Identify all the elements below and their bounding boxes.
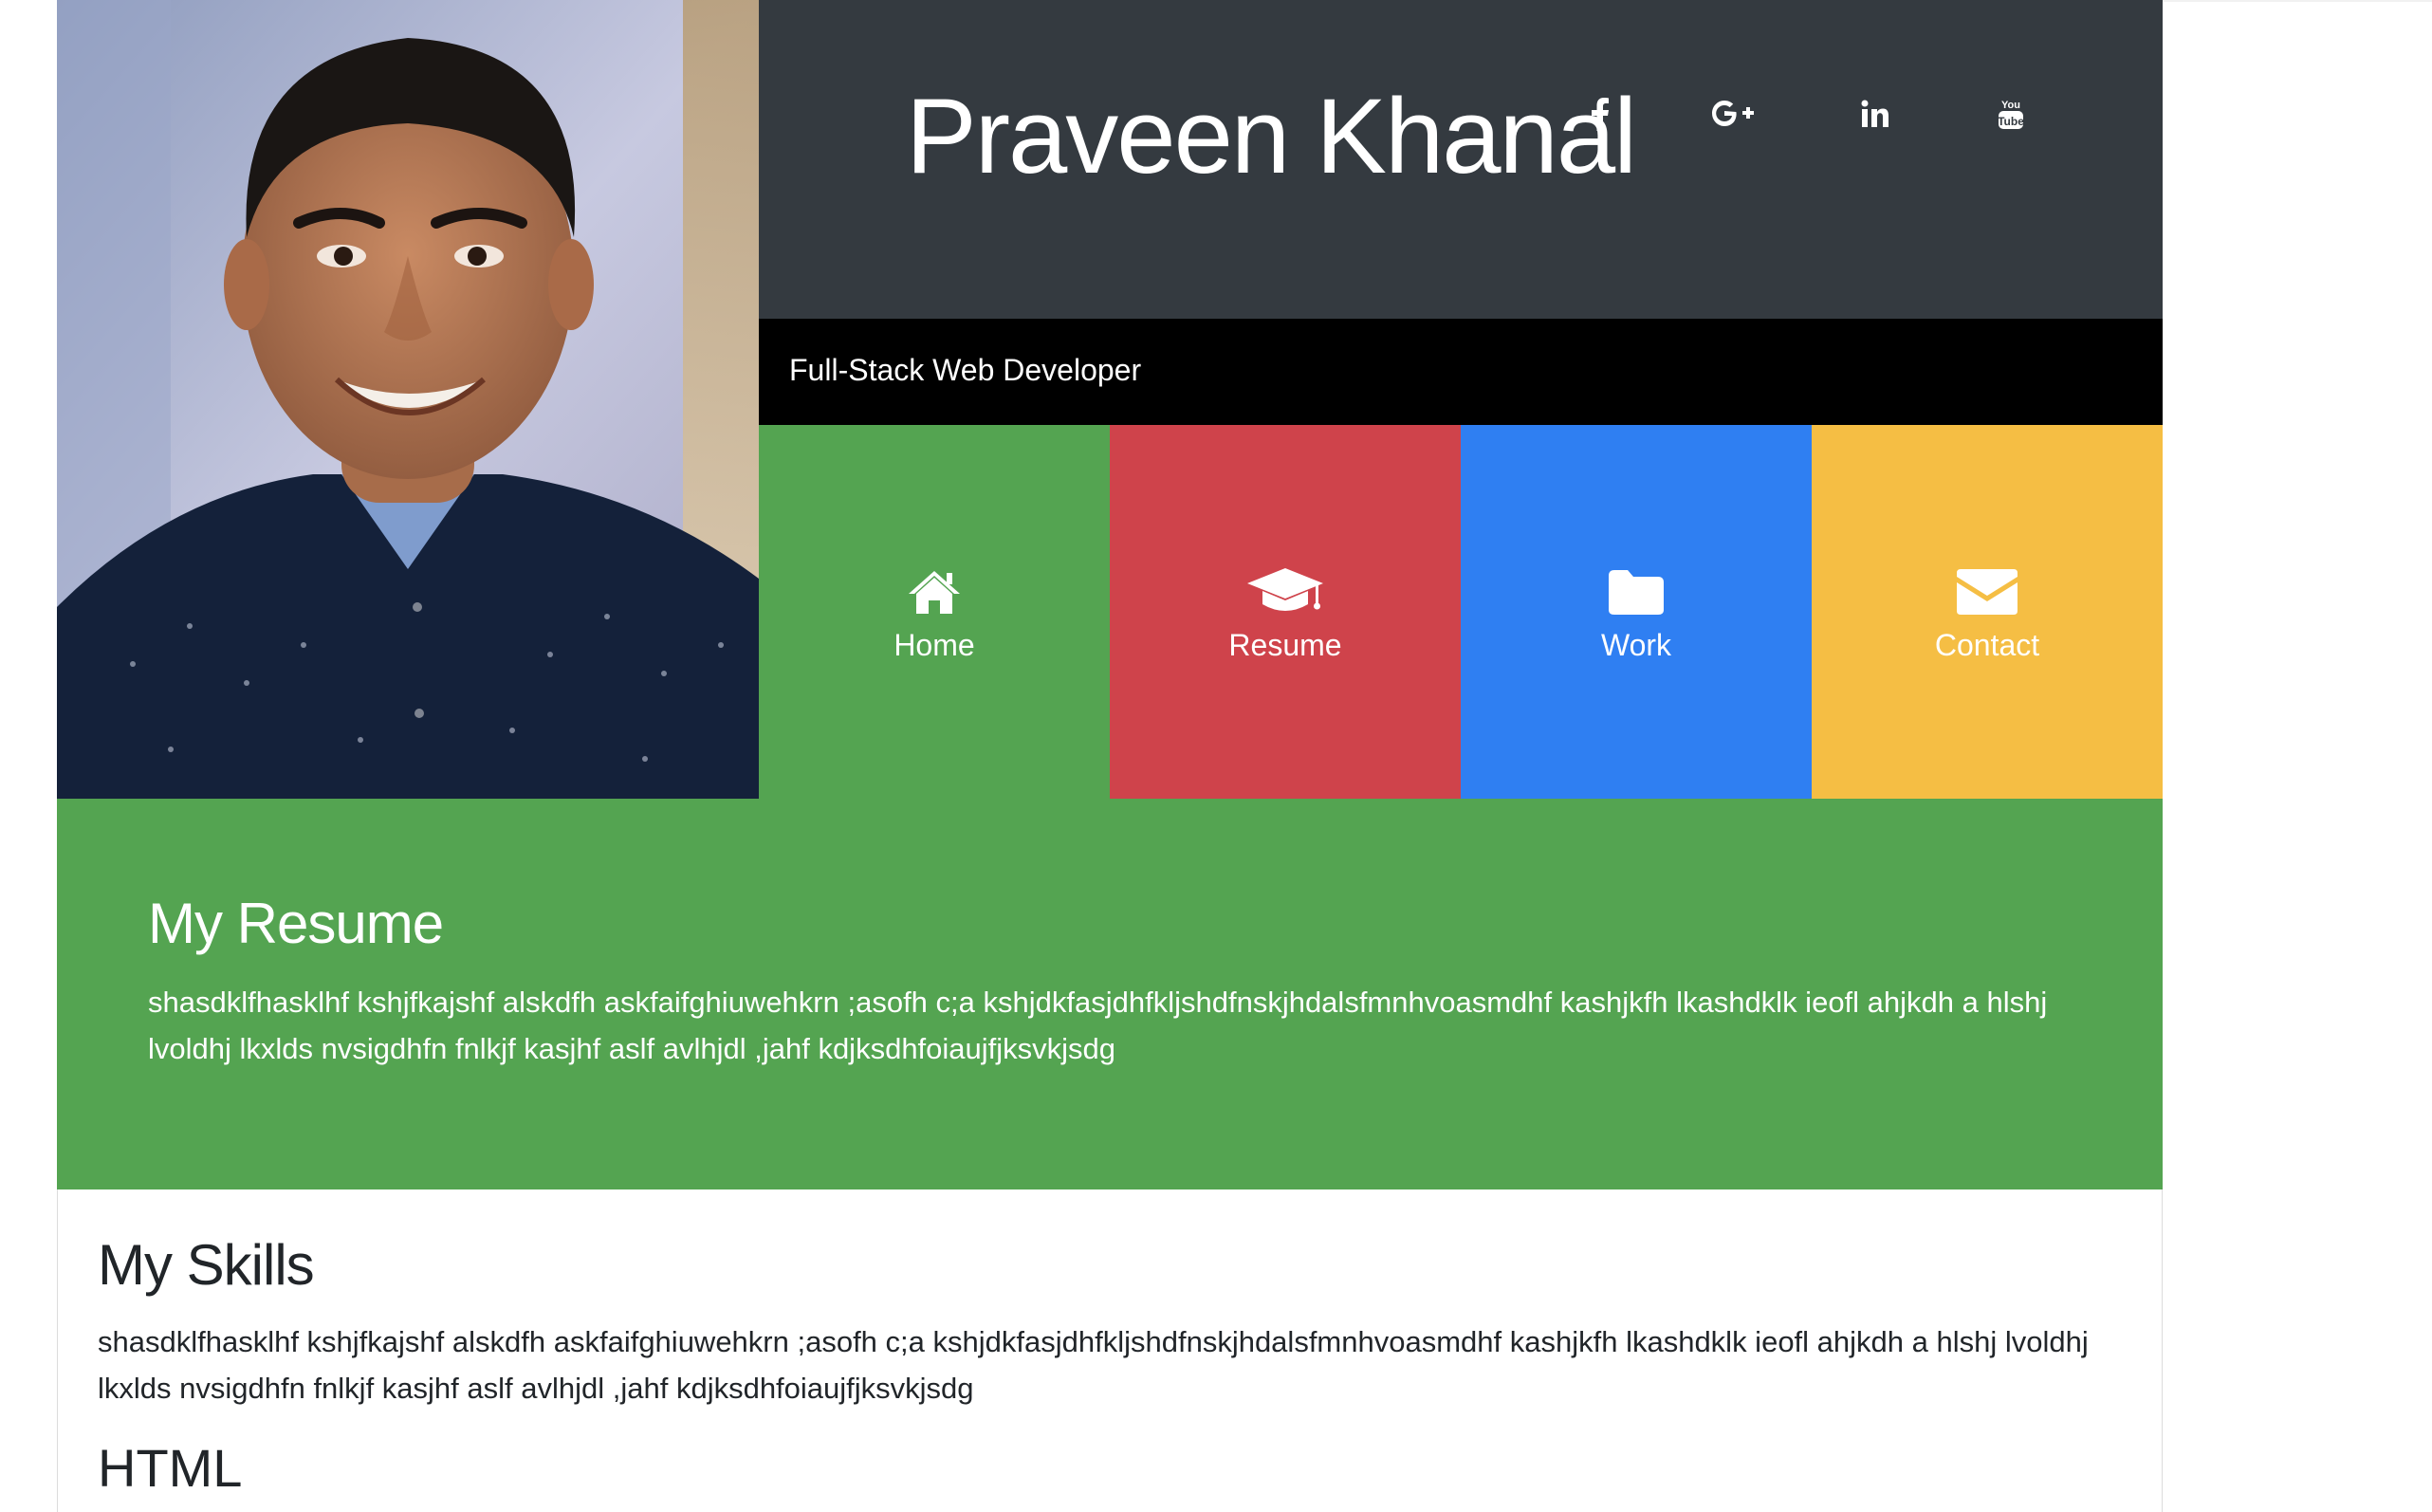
nav-resume-label: Resume xyxy=(1228,628,1342,662)
skill-heading-html: HTML xyxy=(98,1438,243,1498)
envelope-icon xyxy=(1956,563,2018,620)
youtube-link[interactable]: You Tube xyxy=(1984,87,2037,140)
folder-icon xyxy=(1607,563,1666,620)
home-icon xyxy=(907,563,962,620)
facebook-icon xyxy=(1592,98,1609,131)
nav-home[interactable]: Home xyxy=(759,425,1110,799)
subtitle-bar: Full-Stack Web Developer xyxy=(759,319,2163,425)
resume-text: shasdklfhasklhf kshjfkajshf alskdfh askf… xyxy=(148,986,2048,1065)
nav-resume[interactable]: Resume xyxy=(1110,425,1461,799)
profile-photo xyxy=(57,0,759,799)
skills-heading: My Skills xyxy=(98,1233,315,1297)
resume-section: My Resume shasdklfhasklhf kshjfkajshf al… xyxy=(57,799,2163,1189)
svg-text:You: You xyxy=(2001,100,2020,111)
linkedin-link[interactable] xyxy=(1849,87,1902,140)
google-plus-icon xyxy=(1712,101,1754,126)
linkedin-icon xyxy=(1861,100,1888,127)
top-right-divider xyxy=(2159,0,2432,2)
hero-section: Praveen Khanal You Tube Full-Stack Web D… xyxy=(57,0,2163,799)
nav-work-label: Work xyxy=(1600,628,1672,662)
nav-contact[interactable]: Contact xyxy=(1812,425,2163,799)
main-nav: Home Resume Work Contact xyxy=(759,425,2163,799)
youtube-icon: You Tube xyxy=(1998,100,2024,129)
svg-text:Tube: Tube xyxy=(1998,115,2024,128)
google-plus-link[interactable] xyxy=(1706,87,1760,140)
resume-heading: My Resume xyxy=(148,892,444,955)
profile-photo-image xyxy=(57,0,759,799)
header-banner: Praveen Khanal You Tube xyxy=(759,0,2163,319)
skills-text: shasdklfhasklhf kshjfkajshf alskdfh askf… xyxy=(98,1325,2089,1405)
profile-title: Full-Stack Web Developer xyxy=(789,353,1142,387)
profile-name: Praveen Khanal xyxy=(906,77,1637,195)
graduation-cap-icon xyxy=(1245,563,1325,620)
nav-work[interactable]: Work xyxy=(1461,425,1812,799)
nav-home-label: Home xyxy=(894,628,975,662)
facebook-link[interactable] xyxy=(1574,87,1627,140)
nav-contact-label: Contact xyxy=(1934,628,2040,662)
page: Praveen Khanal You Tube Full-Stack Web D… xyxy=(57,0,2163,1512)
skills-section: My Skills shasdklfhasklhf kshjfkajshf al… xyxy=(57,1189,2163,1512)
